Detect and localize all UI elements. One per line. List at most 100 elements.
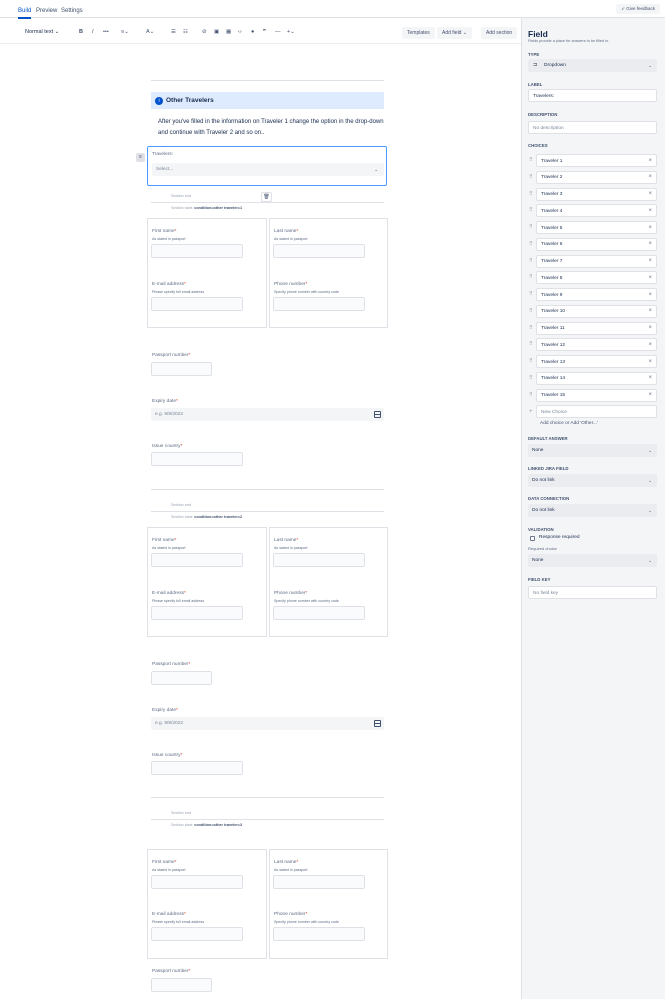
drag-handle-icon[interactable]: ⠿ <box>529 191 534 197</box>
drag-handle-icon[interactable]: ⠿ <box>529 291 534 297</box>
label-input[interactable]: Travelers: <box>528 89 657 102</box>
expiry-date-input[interactable]: e.g. 9/8/2022 <box>151 408 384 421</box>
choice-item[interactable]: Traveler 13 × <box>536 355 657 368</box>
drag-handle-icon[interactable]: ⠿ <box>529 325 534 331</box>
drag-handle-icon[interactable]: ⠿ <box>529 157 534 163</box>
divider-icon[interactable]: — <box>275 29 281 35</box>
add-section-button[interactable]: Add section <box>481 27 518 39</box>
insert-plus-icon[interactable]: +⌄ <box>287 29 295 35</box>
linked-jira-select[interactable]: Do not link ⌄ <box>528 474 657 487</box>
calendar-icon[interactable] <box>374 411 381 418</box>
choice-item[interactable]: Traveler 12 × <box>536 338 657 352</box>
remove-choice-icon[interactable]: × <box>648 375 652 381</box>
choice-item[interactable]: Traveler 1 × <box>536 154 657 167</box>
remove-choice-icon[interactable]: × <box>648 158 652 164</box>
choice-item[interactable]: Traveler 2 × <box>536 170 657 184</box>
remove-choice-icon[interactable]: × <box>648 258 652 264</box>
bullet-list-icon[interactable]: ☰ <box>171 29 176 35</box>
last-name-input[interactable] <box>273 875 365 889</box>
passport-input[interactable] <box>151 978 212 992</box>
drag-handle-icon[interactable]: ⠿ <box>529 241 534 247</box>
travelers-select[interactable]: Select... ⌄ <box>152 163 384 176</box>
passport-input[interactable] <box>151 671 212 685</box>
phone-input[interactable] <box>273 297 365 311</box>
remove-choice-icon[interactable]: × <box>648 308 652 314</box>
drag-handle-icon[interactable]: ⠿ <box>529 375 534 381</box>
align-icon[interactable]: ≡⌄ <box>121 29 129 35</box>
drag-handle-icon[interactable]: ⠿ <box>529 341 534 347</box>
email-input[interactable] <box>151 606 243 620</box>
issue-country-input[interactable] <box>151 452 243 466</box>
choice-item[interactable]: Traveler 15 × <box>536 388 657 402</box>
drag-handle-icon[interactable]: ⠿ <box>529 174 534 180</box>
tab-preview[interactable]: Preview <box>36 8 57 14</box>
numbered-list-icon[interactable]: ☷ <box>183 29 188 35</box>
remove-choice-icon[interactable]: × <box>648 275 652 281</box>
tab-build[interactable]: Build <box>18 8 32 19</box>
tab-settings[interactable]: Settings <box>61 8 83 14</box>
choice-item[interactable]: Traveler 9 × <box>536 288 657 301</box>
drag-handle-icon[interactable]: ⠿ <box>529 258 534 264</box>
choice-item[interactable]: Traveler 6 × <box>536 237 657 251</box>
field-key-input[interactable]: No field key <box>528 586 657 599</box>
choice-item[interactable]: Traveler 11 × <box>536 321 657 335</box>
drag-handle-icon[interactable]: ⠿ <box>529 308 534 314</box>
choice-item[interactable]: Traveler 5 × <box>536 221 657 234</box>
travelers-field[interactable]: Travelers: Select... ⌄ <box>147 146 387 186</box>
passport-input[interactable] <box>151 362 212 376</box>
remove-choice-icon[interactable]: × <box>648 342 652 348</box>
choice-item[interactable]: Traveler 10 × <box>536 304 657 318</box>
remove-choice-icon[interactable]: × <box>648 359 652 365</box>
drag-handle-icon[interactable]: ⠿ <box>529 274 534 280</box>
remove-choice-icon[interactable]: × <box>648 325 652 331</box>
issue-country-input[interactable] <box>151 761 243 775</box>
response-required-checkbox[interactable] <box>530 536 535 541</box>
drag-handle-icon[interactable]: ⠿ <box>529 224 534 230</box>
description-input[interactable]: No description <box>528 121 657 134</box>
remove-choice-icon[interactable]: × <box>648 392 652 398</box>
choice-item[interactable]: Traveler 4 × <box>536 204 657 218</box>
first-name-input[interactable] <box>151 875 243 889</box>
first-name-input[interactable] <box>151 553 243 567</box>
choice-item[interactable]: Traveler 8 × <box>536 271 657 285</box>
phone-input[interactable] <box>273 927 365 941</box>
remove-choice-icon[interactable]: × <box>648 174 652 180</box>
phone-input[interactable] <box>273 606 365 620</box>
drag-handle-icon[interactable]: ⠿ <box>529 392 534 398</box>
remove-choice-icon[interactable]: × <box>648 292 652 298</box>
choice-item[interactable]: Traveler 14 × <box>536 371 657 385</box>
give-feedback-button[interactable]: ➶ Give feedback <box>616 4 660 14</box>
templates-button[interactable]: Templates <box>402 27 435 39</box>
add-field-button[interactable]: Add field ⌄ <box>437 27 473 39</box>
choice-item[interactable]: Traveler 3 × <box>536 187 657 201</box>
last-name-input[interactable] <box>273 244 365 258</box>
image-icon[interactable]: ▣ <box>214 29 219 35</box>
code-icon[interactable]: ‹› <box>238 29 242 35</box>
required-choice-select[interactable]: None ⌄ <box>528 554 657 567</box>
last-name-input[interactable] <box>273 553 365 567</box>
table-icon[interactable]: ▦ <box>226 29 231 35</box>
remove-choice-icon[interactable]: × <box>648 241 652 247</box>
type-select[interactable]: ⊐ Dropdown ⌄ <box>528 59 657 72</box>
choice-item[interactable]: Traveler 7 × <box>536 254 657 268</box>
info-panel-icon[interactable]: ● <box>251 29 254 35</box>
trash-icon[interactable]: 🗑 <box>261 192 272 202</box>
more-formatting-icon[interactable]: ••• <box>103 29 109 35</box>
drag-handle-icon[interactable]: ⠿ <box>529 207 534 213</box>
remove-choice-icon[interactable]: × <box>648 191 652 197</box>
bold-icon[interactable]: B <box>79 29 83 35</box>
email-input[interactable] <box>151 927 243 941</box>
new-choice-input[interactable]: New Choice <box>536 405 657 418</box>
data-connection-select[interactable]: Do not link ⌄ <box>528 504 657 517</box>
first-name-input[interactable] <box>151 244 243 258</box>
text-style-dropdown[interactable]: Normal text ⌄ <box>25 29 59 35</box>
email-input[interactable] <box>151 297 243 311</box>
calendar-icon[interactable] <box>374 720 381 727</box>
add-choice-link[interactable]: Add choice or Add 'Other...' <box>540 421 598 426</box>
link-icon[interactable]: ⊘ <box>202 29 207 35</box>
drag-handle-icon[interactable]: ⠿ <box>529 358 534 364</box>
default-answer-select[interactable]: None ⌄ <box>528 444 657 457</box>
italic-icon[interactable]: I <box>92 29 94 35</box>
text-color-icon[interactable]: A⌄ <box>146 29 154 35</box>
field-drag-handle[interactable]: ≡ <box>136 153 145 162</box>
